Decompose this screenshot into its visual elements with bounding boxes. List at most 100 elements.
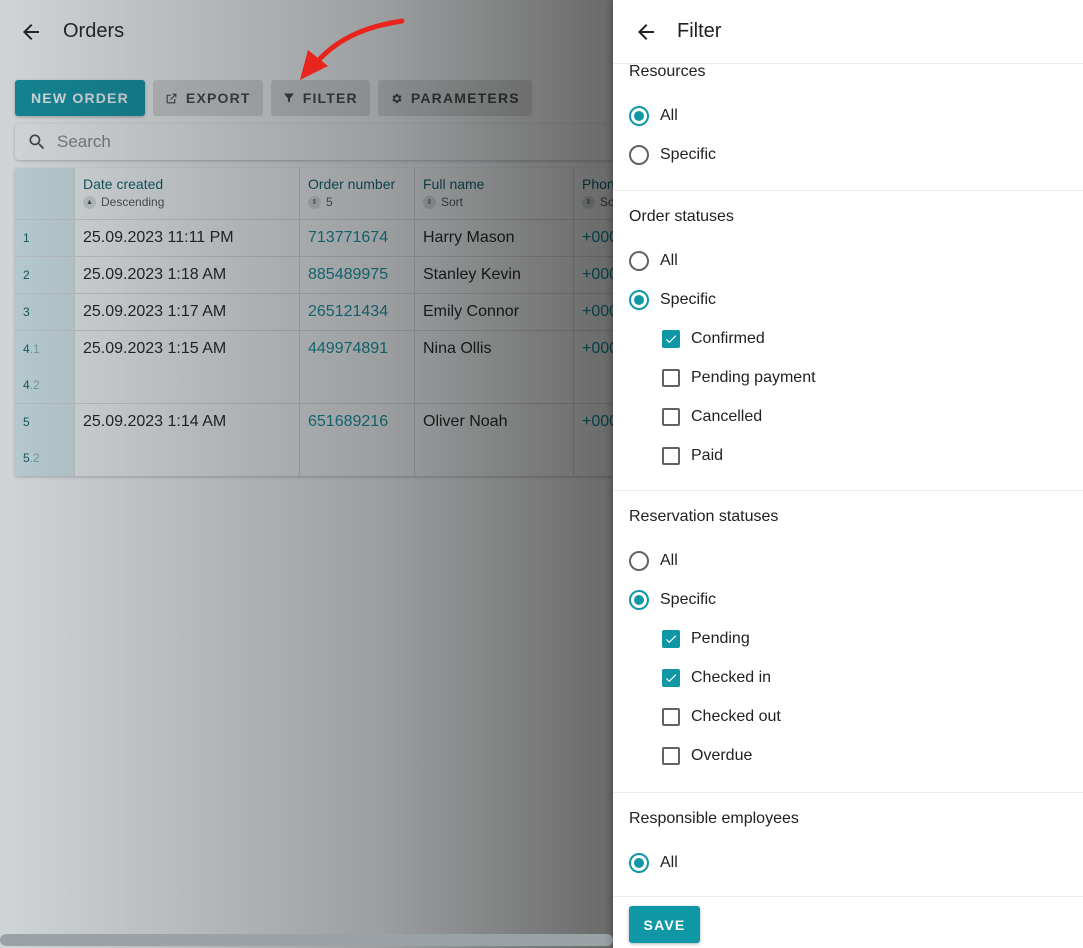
radio-checked-icon [629, 852, 649, 873]
column-header-order-number[interactable]: Order number ⇕ 5 [300, 168, 415, 219]
filter-footer: SAVE [613, 896, 1083, 948]
export-button[interactable]: EXPORT [152, 80, 263, 116]
order-number-cell: 449974891 [300, 331, 415, 403]
row-index: 4.1 4.2 [15, 331, 75, 403]
order-statuses-specific-option[interactable]: Specific [629, 280, 1083, 319]
sort-asc-icon: ▲ [83, 195, 96, 209]
orders-back-button[interactable] [16, 17, 46, 47]
sort-indicator[interactable]: ⇕ Sort [423, 195, 565, 209]
gear-icon [392, 93, 402, 103]
sort-label: Sort [441, 195, 464, 209]
order-number-link[interactable]: 651689216 [308, 404, 406, 440]
cell-full-name-text: Oliver Noah [423, 413, 508, 430]
responsible-employees-all-option[interactable]: All [629, 843, 1083, 882]
checkbox-unchecked-icon [662, 407, 680, 426]
share-icon [166, 93, 177, 103]
sort-indicator[interactable]: ⇕ 5 [308, 195, 406, 209]
option-label: Pending payment [691, 368, 816, 386]
reservation-statuses-specific-option[interactable]: Specific [629, 580, 1083, 619]
reservation-statuses-section: Reservation statuses All Specific Pendin… [613, 491, 1083, 793]
option-label: All [660, 106, 678, 124]
cell-full-name: Oliver Noah [415, 404, 574, 476]
row-index-line: 4.1 [23, 331, 74, 367]
row-index: 2 [15, 257, 75, 293]
row-index-line: 5 [23, 404, 74, 440]
column-header-full-name[interactable]: Full name ⇕ Sort [415, 168, 574, 219]
cell-full-name: Nina Ollis [415, 331, 574, 403]
cell-full-name-text: Nina Ollis [423, 340, 492, 357]
column-title: Full name [423, 176, 485, 192]
checkbox-unchecked-icon [662, 446, 680, 465]
radio-unchecked-icon [629, 144, 649, 165]
save-button[interactable]: SAVE [629, 906, 700, 943]
radio-checked-icon [629, 589, 649, 610]
filter-label: FILTER [302, 90, 358, 106]
order-number-link[interactable]: 449974891 [308, 331, 406, 367]
new-order-button[interactable]: NEW ORDER [15, 80, 145, 116]
column-title: Order number [308, 176, 396, 192]
arrow-left-icon [638, 24, 654, 40]
reservation-status-pending-checkbox[interactable]: Pending [629, 619, 1083, 658]
filter-button[interactable]: FILTER [270, 80, 370, 116]
sort-both-icon: ⇕ [308, 195, 321, 209]
orders-toolbar: NEW ORDER EXPORT FILTER PARAMETERS [15, 80, 532, 116]
horizontal-scrollbar[interactable] [0, 934, 613, 946]
filter-body: Resources All Specific Order statuses Al… [613, 64, 1083, 896]
row-index-sub: .1 [29, 342, 40, 356]
order-number-link[interactable]: 265121434 [300, 294, 415, 330]
cell-date-text: 25.09.2023 1:14 AM [83, 413, 227, 430]
option-label: All [660, 251, 678, 269]
order-status-pending-payment-checkbox[interactable]: Pending payment [629, 358, 1083, 397]
option-label: Specific [660, 590, 717, 608]
option-label: Specific [660, 145, 717, 163]
order-status-paid-checkbox[interactable]: Paid [629, 436, 1083, 475]
responsible-employees-section: Responsible employees All [613, 793, 1083, 882]
order-number-link[interactable]: 713771674 [300, 220, 415, 256]
radio-unchecked-icon [629, 250, 649, 271]
checkbox-unchecked-icon [662, 707, 680, 726]
reservation-status-checked-in-checkbox[interactable]: Checked in [629, 658, 1083, 697]
reservation-statuses-all-option[interactable]: All [629, 541, 1083, 580]
reservation-status-checked-out-checkbox[interactable]: Checked out [629, 697, 1083, 736]
filter-back-button[interactable] [631, 17, 661, 47]
checkbox-checked-icon [662, 629, 680, 648]
order-number-link[interactable]: 885489975 [300, 257, 415, 293]
order-statuses-section: Order statuses All Specific Confirmed Pe… [613, 191, 1083, 491]
row-index-number: 4 [23, 342, 30, 356]
checkbox-checked-icon [662, 329, 680, 348]
reservation-status-overdue-checkbox[interactable]: Overdue [629, 736, 1083, 775]
annotation-arrow [300, 18, 405, 80]
sort-both-icon: ⇕ [582, 195, 595, 209]
checkbox-unchecked-icon [662, 746, 680, 765]
checkbox-checked-icon [662, 668, 680, 687]
filter-header: Filter [613, 0, 1083, 64]
row-index-number: 5 [23, 415, 30, 429]
row-index-number: 5 [23, 451, 30, 465]
resources-all-option[interactable]: All [629, 96, 1083, 135]
order-status-confirmed-checkbox[interactable]: Confirmed [629, 319, 1083, 358]
cell-full-name: Stanley Kevin [415, 257, 574, 293]
parameters-button[interactable]: PARAMETERS [377, 80, 532, 116]
row-index: 3 [15, 294, 75, 330]
sort-label: Descending [101, 195, 165, 209]
row-index-sub: .2 [29, 451, 40, 465]
column-header-date[interactable]: Date created ▲ Descending [75, 168, 300, 219]
order-statuses-all-option[interactable]: All [629, 241, 1083, 280]
filter-title: Filter [677, 20, 722, 42]
search-input[interactable] [57, 132, 557, 152]
sort-indicator[interactable]: ▲ Descending [83, 195, 291, 209]
option-label: Cancelled [691, 407, 763, 425]
order-status-cancelled-checkbox[interactable]: Cancelled [629, 397, 1083, 436]
radio-unchecked-icon [629, 550, 649, 571]
funnel-icon [283, 93, 294, 103]
option-label: All [660, 551, 678, 569]
resources-specific-option[interactable]: Specific [629, 135, 1083, 174]
row-index-line: 4.2 [23, 367, 74, 403]
export-label: EXPORT [185, 90, 251, 106]
row-index: 5 5.2 [15, 404, 75, 476]
option-label: Checked in [691, 668, 772, 686]
sort-label: 5 [326, 195, 333, 209]
order-number-cell: 651689216 [300, 404, 415, 476]
sort-both-icon: ⇕ [423, 195, 436, 209]
radio-checked-icon [629, 289, 649, 310]
